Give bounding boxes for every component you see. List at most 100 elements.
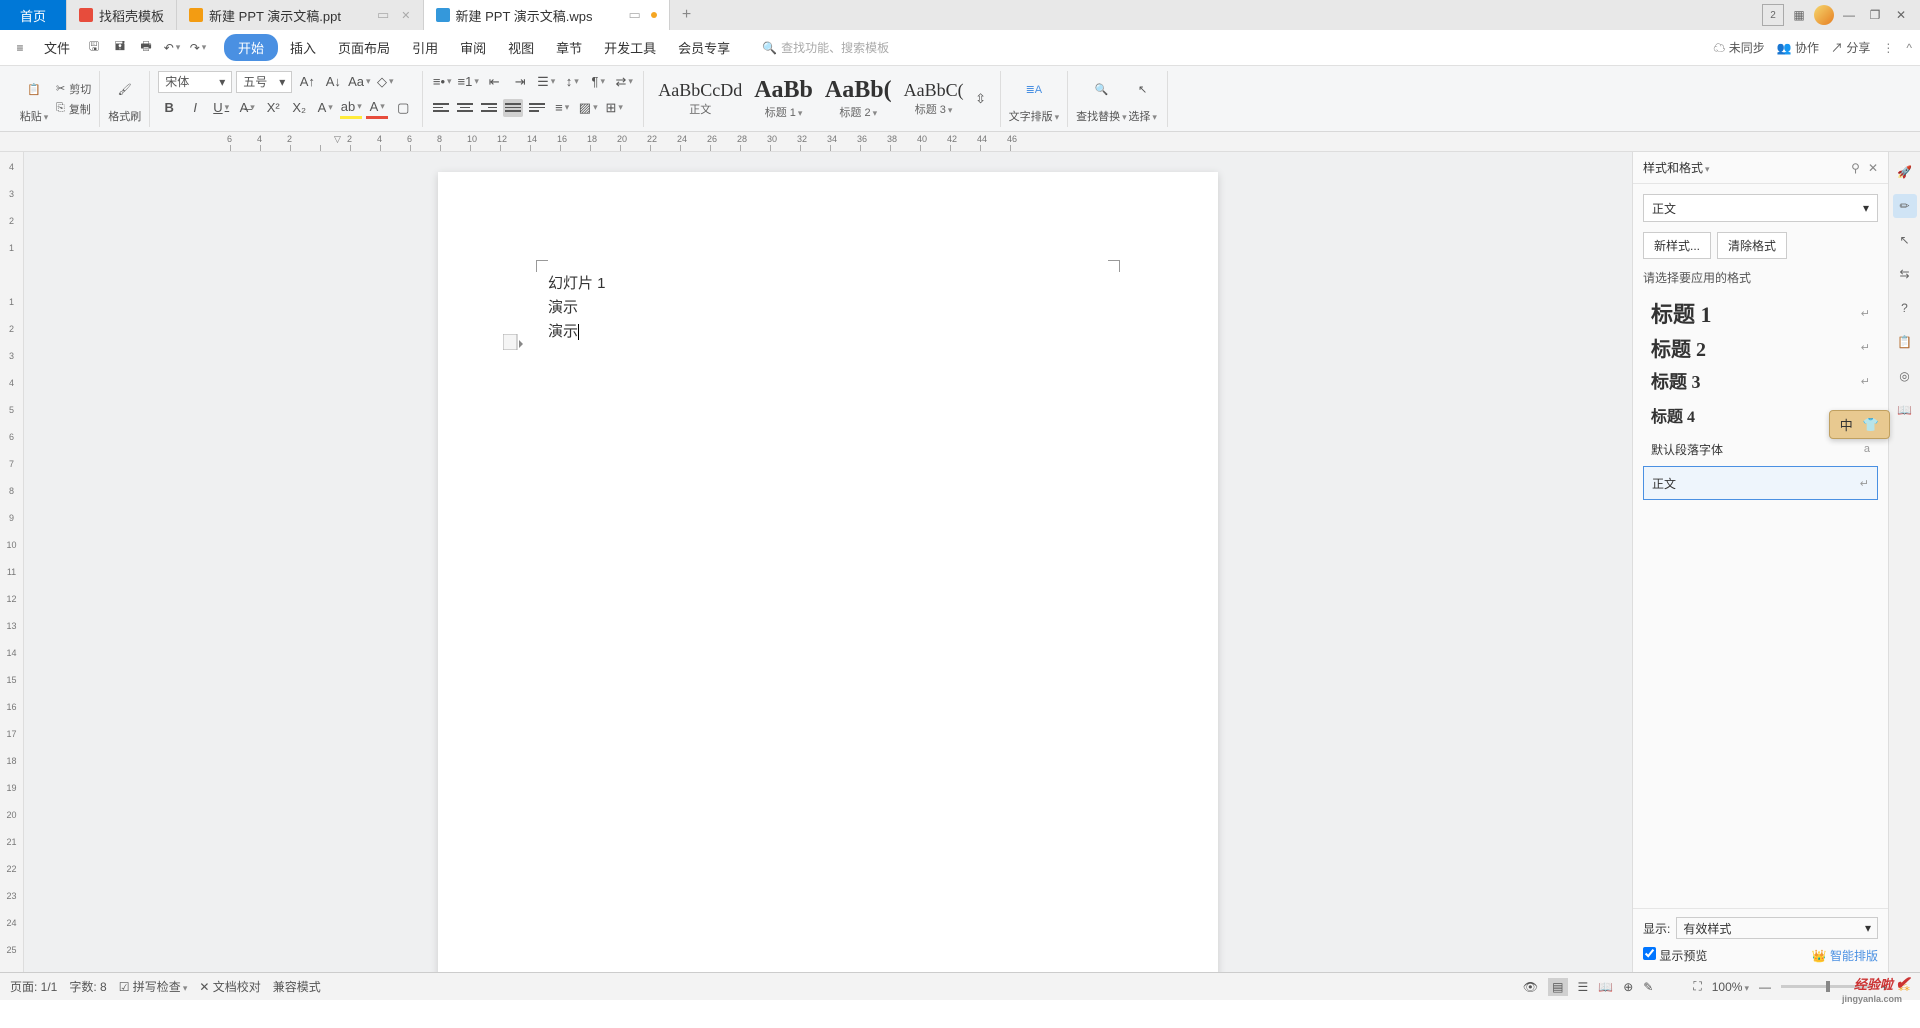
eye-icon[interactable]: 👁 (1523, 980, 1538, 994)
style-item-h1[interactable]: 标题 1↵ (1643, 296, 1878, 330)
save-as-icon[interactable]: 🖬 (108, 36, 132, 60)
menu-view[interactable]: 视图 (498, 34, 544, 61)
clear-format-button[interactable]: ◇ (374, 71, 396, 93)
decrease-indent-button[interactable]: ⇤ (483, 71, 505, 93)
undo-button[interactable]: ↶ (160, 36, 184, 60)
style-h2[interactable]: AaBb(标题 2 (819, 75, 898, 122)
underline-button[interactable]: U (210, 97, 232, 119)
zoom-value[interactable]: 100% (1712, 980, 1749, 994)
align-left-button[interactable] (431, 99, 451, 117)
para-spacing-button[interactable]: ≡ (551, 97, 573, 119)
word-count[interactable]: 字数: 8 (69, 978, 106, 995)
view-outline-icon[interactable]: ☰ (1578, 980, 1589, 994)
menu-section[interactable]: 章节 (546, 34, 592, 61)
subscript-button[interactable]: X₂ (288, 97, 310, 119)
chevron-down-icon[interactable]: ⋮ (1882, 41, 1894, 55)
char-border-button[interactable]: ▢ (392, 97, 414, 119)
decrease-font-button[interactable]: A↓ (322, 71, 344, 93)
font-size-select[interactable]: 五号▾ (236, 71, 292, 93)
panel-title[interactable]: 样式和格式 (1643, 159, 1710, 176)
sync-status[interactable]: ☁ 未同步 (1713, 39, 1764, 56)
document-area[interactable]: 幻灯片 1 演示 演示 (24, 152, 1632, 972)
strike-button[interactable]: A̶ (236, 97, 258, 119)
close-panel-button[interactable]: ✕ (1868, 161, 1878, 175)
close-button[interactable]: ✕ (1890, 4, 1912, 26)
tab-wps-active[interactable]: 新建 PPT 演示文稿.wps▭ (424, 0, 670, 30)
bold-button[interactable]: B (158, 97, 180, 119)
change-case-button[interactable]: Aa (348, 71, 370, 93)
collab-button[interactable]: 👥 协作 (1777, 39, 1819, 56)
style-h1[interactable]: AaBb标题 1 (748, 75, 819, 122)
minimize-button[interactable]: — (1838, 4, 1860, 26)
show-select[interactable]: 有效样式▾ (1676, 917, 1878, 939)
style-h3[interactable]: AaBbC(标题 3 (898, 78, 970, 119)
tab-home[interactable]: 首页 (0, 0, 67, 30)
book-icon[interactable]: 📖 (1893, 398, 1917, 422)
current-style-select[interactable]: 正文▾ (1643, 194, 1878, 222)
highlight-button[interactable]: ab (340, 97, 362, 119)
proofread-button[interactable]: ✕ 文档校对 (199, 978, 260, 995)
superscript-button[interactable]: X² (262, 97, 284, 119)
text-layout-button[interactable]: ≣A文字排版 (1009, 74, 1060, 124)
align-center-button[interactable] (455, 99, 475, 117)
help-icon[interactable]: ? (1893, 296, 1917, 320)
menu-member[interactable]: 会员专享 (668, 34, 740, 61)
spellcheck-toggle[interactable]: ☑ 拼写检查 (119, 978, 188, 995)
share-button[interactable]: ↗ 分享 (1831, 39, 1870, 56)
show-marks-button[interactable]: ¶ (587, 71, 609, 93)
numbering-button[interactable]: ≡1 (457, 71, 479, 93)
menu-devtools[interactable]: 开发工具 (594, 34, 666, 61)
menu-file[interactable]: 文件 (34, 34, 80, 61)
page-indicator[interactable]: 页面: 1/1 (10, 978, 57, 995)
tab-menu-icon[interactable]: ▭ (377, 7, 389, 23)
clear-format-button[interactable]: 清除格式 (1717, 232, 1787, 259)
copy-button[interactable]: ⎘复制 (56, 101, 91, 117)
zoom-out-button[interactable]: — (1759, 980, 1771, 994)
search-box[interactable]: 🔍 查找功能、搜索模板 (762, 39, 889, 56)
shading-button[interactable]: ▨ (577, 97, 599, 119)
increase-indent-button[interactable]: ⇥ (509, 71, 531, 93)
new-style-button[interactable]: 新样式... (1643, 232, 1711, 259)
print-icon[interactable]: 🖶 (134, 36, 158, 60)
italic-button[interactable]: I (184, 97, 206, 119)
align-distribute-button[interactable] (527, 99, 547, 117)
style-item-h3[interactable]: 标题 3↵ (1643, 364, 1878, 398)
tab-templates[interactable]: 找稻壳模板 (67, 0, 177, 30)
maximize-button[interactable]: ❐ (1864, 4, 1886, 26)
paste-button[interactable]: 📋 粘贴 (18, 74, 50, 124)
find-replace-button[interactable]: 🔍查找替换 (1076, 74, 1127, 124)
style-item-body[interactable]: 正文↵ (1643, 466, 1878, 500)
ime-indicator[interactable]: 中 👕 (1829, 410, 1890, 439)
rocket-icon[interactable]: 🚀 (1893, 160, 1917, 184)
view-read-icon[interactable]: 📖 (1598, 980, 1613, 994)
menu-layout[interactable]: 页面布局 (328, 34, 400, 61)
style-item-h2[interactable]: 标题 2↵ (1643, 330, 1878, 364)
pin-icon[interactable]: ⚲ (1851, 161, 1860, 175)
cut-button[interactable]: ✂剪切 (56, 81, 91, 97)
settings-icon[interactable]: ⇆ (1893, 262, 1917, 286)
menu-start[interactable]: 开始 (224, 34, 278, 61)
select-tool-icon[interactable]: ↖ (1893, 228, 1917, 252)
menu-insert[interactable]: 插入 (280, 34, 326, 61)
increase-font-button[interactable]: A↑ (296, 71, 318, 93)
fit-icon[interactable]: ⛶ (1693, 979, 1701, 994)
eyedropper-icon[interactable]: ✏ (1893, 194, 1917, 218)
font-name-select[interactable]: 宋体▾ (158, 71, 232, 93)
avatar[interactable] (1814, 5, 1834, 25)
preview-checkbox[interactable]: 显示预览 (1643, 947, 1707, 964)
tab-button[interactable]: ⇄ (613, 71, 635, 93)
style-more-button[interactable]: ⇳ (970, 88, 992, 110)
style-body[interactable]: AaBbCcDd正文 (652, 78, 748, 119)
new-tab-button[interactable]: + (670, 0, 703, 30)
view-page-icon[interactable]: ▤ (1548, 978, 1567, 996)
close-icon[interactable]: ✕ (401, 9, 410, 22)
clipboard-tool-icon[interactable]: 📋 (1893, 330, 1917, 354)
edit-icon[interactable]: ✎ (1643, 980, 1653, 994)
select-button[interactable]: ↖选择 (1127, 74, 1159, 124)
paste-options-button[interactable] (503, 334, 521, 352)
sort-button[interactable]: ☰ (535, 71, 557, 93)
format-painter-button[interactable]: 🖌 格式刷 (108, 74, 141, 124)
align-right-button[interactable] (479, 99, 499, 117)
smart-layout-link[interactable]: 👑 智能排版 (1812, 947, 1878, 964)
horizontal-ruler[interactable]: ▽ 64224681012141618202224262830323436384… (0, 132, 1920, 152)
